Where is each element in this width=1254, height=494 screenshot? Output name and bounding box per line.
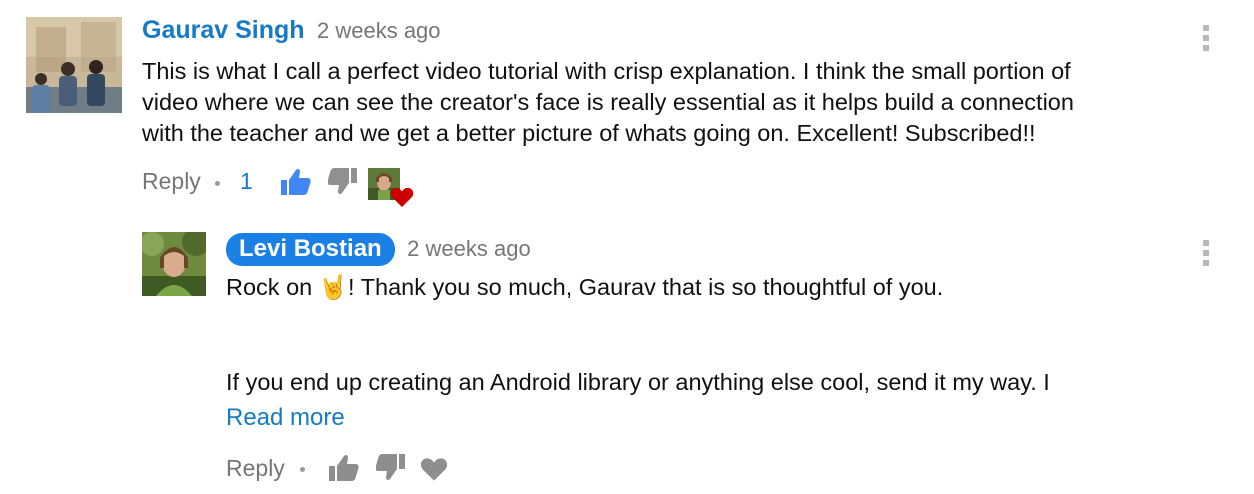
reply-text-segment: Rock on (226, 274, 319, 300)
more-vert-icon (1203, 240, 1209, 246)
read-more-link[interactable]: Read more (226, 404, 345, 432)
reply-menu-button[interactable] (1203, 240, 1211, 268)
thumbs-down-icon (375, 454, 405, 481)
reply-comment: Levi Bostian 2 weeks ago Rock on 🤘! Than… (0, 0, 1254, 494)
separator-dot (300, 467, 305, 472)
like-button[interactable] (328, 454, 360, 482)
reply-button[interactable]: Reply (226, 455, 285, 482)
dislike-button[interactable] (375, 453, 406, 481)
avatar[interactable] (142, 232, 206, 296)
creator-author-chip[interactable]: Levi Bostian (226, 233, 395, 266)
reply-timestamp[interactable]: 2 weeks ago (407, 236, 531, 261)
reply-text-line: Rock on 🤘! Thank you so much, Gaurav tha… (226, 272, 943, 303)
reply-text-line: If you end up creating an Android librar… (226, 369, 1050, 395)
heart-button[interactable] (420, 456, 448, 482)
reply-text-segment: ! Thank you so much, Gaurav that is so t… (348, 274, 944, 300)
heart-icon (420, 458, 448, 481)
rock-on-emoji: 🤘 (318, 274, 349, 300)
thumbs-up-icon (329, 454, 359, 481)
